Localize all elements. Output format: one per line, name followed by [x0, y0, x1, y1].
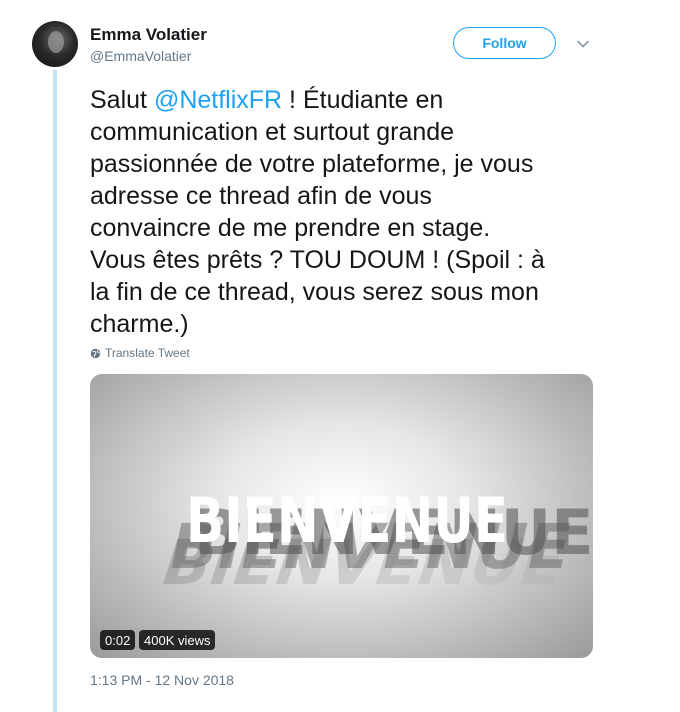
tweet-timestamp[interactable]: 1:13 PM - 12 Nov 2018: [90, 672, 234, 688]
tweet-text-intro: Salut: [90, 86, 154, 114]
tweet-text-body: ! Étudiante en communication et surtout …: [90, 86, 545, 338]
author-name[interactable]: Emma Volatier: [90, 25, 207, 45]
chevron-down-icon[interactable]: [576, 37, 590, 51]
globe-icon: [90, 348, 101, 358]
translate-label: Translate Tweet: [105, 346, 190, 360]
tweet-text: Salut @NetflixFR ! Étudiante en communic…: [90, 84, 610, 340]
mention-link[interactable]: @NetflixFR: [154, 86, 282, 114]
translate-tweet-link[interactable]: Translate Tweet: [90, 346, 190, 360]
follow-button[interactable]: Follow: [453, 27, 556, 59]
video-player[interactable]: BIENVENUE BIENVENUE BIENVENUE BIENVENUE …: [90, 374, 593, 658]
avatar[interactable]: [32, 21, 78, 67]
video-frame: BIENVENUE BIENVENUE BIENVENUE BIENVENUE: [152, 484, 593, 600]
avatar-face: [48, 31, 64, 53]
thread-line: [53, 70, 57, 712]
video-title-text: BIENVENUE: [186, 484, 508, 557]
video-views-badge: 400K views: [139, 630, 216, 650]
video-duration-badge: 0:02: [100, 630, 136, 650]
author-handle[interactable]: @EmmaVolatier: [90, 48, 191, 64]
